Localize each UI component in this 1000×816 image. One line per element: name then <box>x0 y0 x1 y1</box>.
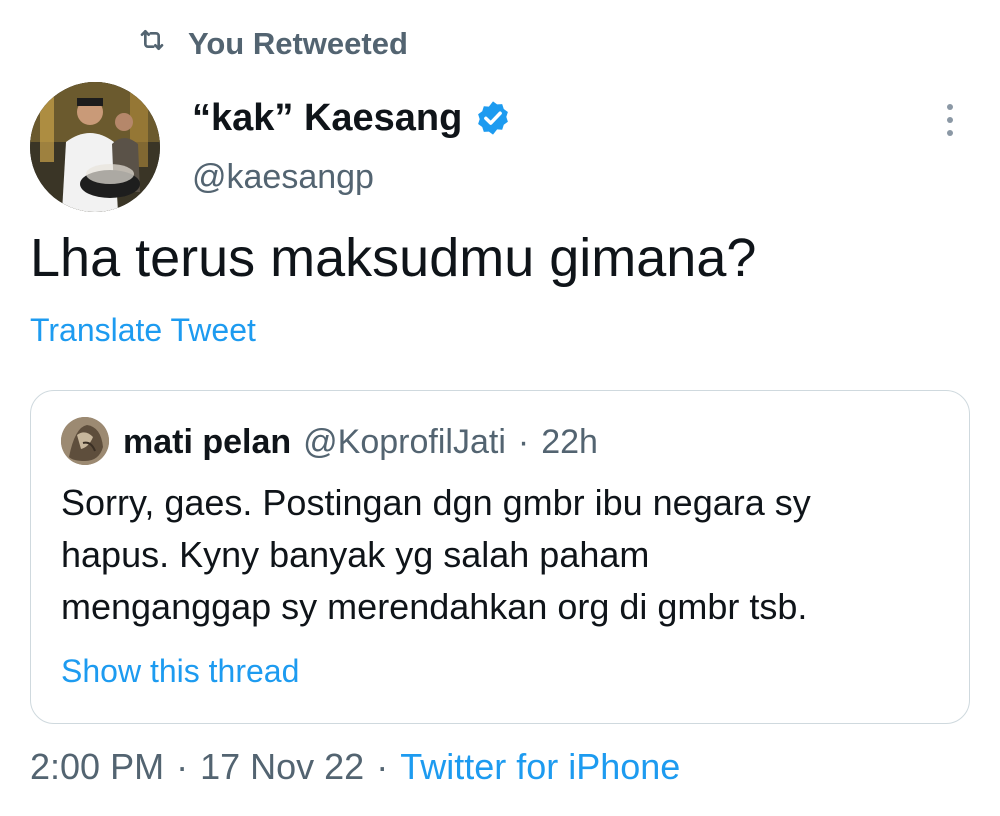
more-vertical-icon[interactable] <box>936 100 964 140</box>
quoted-author-name: mati pelan <box>123 422 292 461</box>
quoted-author-avatar <box>61 417 109 465</box>
quoted-tweet-line: Sorry, gaes. Postingan dgn gmbr ibu nega… <box>61 482 811 523</box>
author-handle[interactable]: @kaesangp <box>192 158 374 197</box>
verified-badge-icon <box>474 99 512 137</box>
quoted-author-handle: @KoprofilJati <box>303 422 506 461</box>
quoted-tweet-time: 22h <box>541 422 598 461</box>
tweet-metadata: 2:00 PM · 17 Nov 22 · Twitter for iPhone <box>30 742 680 792</box>
tweet-source-link[interactable]: Twitter for iPhone <box>400 746 680 788</box>
author-name-line[interactable]: “kak” Kaesang <box>192 92 512 144</box>
quoted-tweet-text: Sorry, gaes. Postingan dgn gmbr ibu nega… <box>61 477 951 633</box>
quoted-tweet-card[interactable]: mati pelan @KoprofilJati · 22h Sorry, ga… <box>30 390 970 724</box>
show-thread-link[interactable]: Show this thread <box>61 653 299 690</box>
separator-dot: · <box>517 422 530 461</box>
quoted-tweet-line: hapus. Kyny banyak yg salah paham <box>61 534 650 575</box>
author-avatar[interactable] <box>30 82 160 212</box>
retweet-label: You Retweeted <box>188 26 408 61</box>
separator-dot: · <box>176 746 189 787</box>
tweet-date[interactable]: 17 Nov 22 <box>200 746 364 788</box>
translate-tweet-link[interactable]: Translate Tweet <box>30 312 256 349</box>
quoted-tweet-line: menganggap sy merendahkan org di gmbr ts… <box>61 586 808 627</box>
retweet-indicator: You Retweeted <box>136 22 408 66</box>
tweet-text: Lha terus maksudmu gimana? <box>30 228 757 288</box>
author-display-name[interactable]: “kak” Kaesang <box>192 97 462 140</box>
quoted-tweet-header: mati pelan @KoprofilJati · 22h <box>123 415 598 469</box>
separator-dot: · <box>376 746 389 787</box>
retweet-icon <box>136 24 168 64</box>
tweet-time[interactable]: 2:00 PM <box>30 746 164 788</box>
